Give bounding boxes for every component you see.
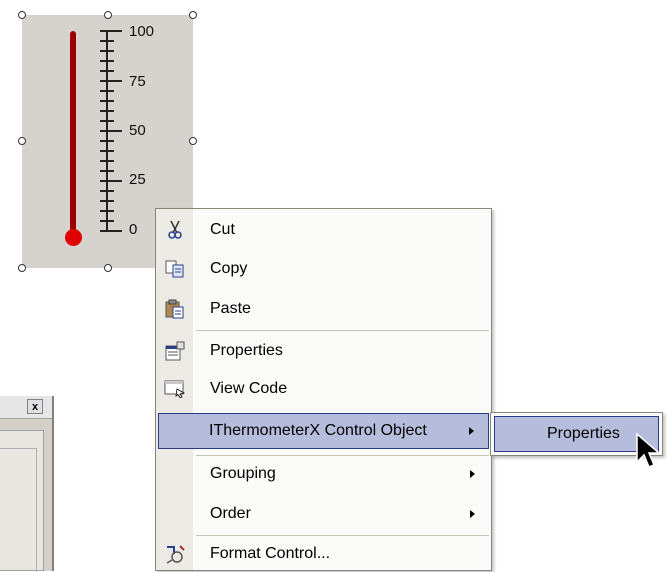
menu-item-properties[interactable]: Properties [158, 334, 489, 368]
menu-separator [196, 455, 489, 456]
thermometer-tube [70, 31, 76, 237]
menu-item-ithermometerx-control-object[interactable]: IThermometerX Control Object [158, 413, 489, 449]
major-tick [100, 230, 122, 232]
menu-item-label: Order [210, 505, 251, 522]
menu-item-cut[interactable]: Cut [158, 213, 489, 247]
menu-item-label: View Code [210, 380, 288, 397]
mouse-pointer-icon [636, 432, 662, 468]
menu-item-format-control[interactable]: Format Control... [158, 537, 489, 571]
menu-item-copy[interactable]: Copy [158, 252, 489, 286]
minor-tick [100, 160, 114, 162]
menu-item-label: IThermometerX Control Object [209, 422, 427, 439]
scale-label-0: 0 [129, 221, 138, 238]
menu-item-paste[interactable]: Paste [158, 292, 489, 326]
minor-tick [100, 140, 114, 142]
resize-handle-bottom-left[interactable] [18, 264, 26, 272]
resize-handle-bottom[interactable] [104, 264, 112, 272]
resize-handle-top-left[interactable] [18, 11, 26, 19]
minor-tick [100, 40, 114, 42]
dialog-titlebar: x [0, 396, 52, 419]
format-control-icon [164, 544, 186, 564]
menu-item-label: Grouping [210, 465, 276, 482]
minor-tick [100, 60, 114, 62]
minor-tick [100, 220, 114, 222]
minor-tick [100, 200, 114, 202]
thermometer-bulb [65, 229, 82, 246]
minor-tick [100, 190, 114, 192]
minor-tick [100, 90, 114, 92]
resize-handle-right[interactable] [189, 137, 197, 145]
menu-separator [196, 535, 489, 536]
major-tick [100, 30, 122, 32]
scale-label-50: 50 [129, 122, 146, 139]
copy-icon [164, 259, 186, 279]
minor-tick [100, 150, 114, 152]
scale-label-100: 100 [129, 23, 155, 40]
dialog-inner-pane [0, 448, 37, 572]
menu-item-order[interactable]: Order [158, 497, 489, 531]
menu-item-label: Properties [210, 342, 283, 359]
menu-item-label: Paste [210, 300, 251, 317]
resize-handle-left[interactable] [18, 137, 26, 145]
minor-tick [100, 110, 114, 112]
minor-tick [100, 100, 114, 102]
submenu-arrow-icon [469, 427, 474, 435]
minor-tick [100, 50, 114, 52]
submenu-arrow-icon [470, 510, 475, 518]
major-tick [100, 130, 122, 132]
paste-icon [164, 299, 186, 319]
scale-label-75: 75 [129, 73, 146, 90]
minor-tick [100, 70, 114, 72]
dialog-close-button[interactable]: x [27, 399, 43, 414]
context-menu: Cut Copy Paste Properties View Code IThe… [155, 208, 492, 571]
menu-item-view-code[interactable]: View Code [158, 372, 489, 406]
major-tick [100, 80, 122, 82]
menu-item-label: Copy [210, 260, 248, 277]
menu-item-label: Format Control... [210, 545, 331, 562]
minor-tick [100, 120, 114, 122]
resize-handle-top[interactable] [104, 11, 112, 19]
menu-separator [196, 330, 489, 331]
scale-label-25: 25 [129, 171, 146, 188]
submenu-item-label: Properties [547, 425, 620, 442]
major-tick [100, 180, 122, 182]
menu-item-label: Cut [210, 221, 235, 238]
menu-item-grouping[interactable]: Grouping [158, 457, 489, 491]
minor-tick [100, 210, 114, 212]
scissors-icon [164, 220, 186, 240]
submenu-arrow-icon [470, 470, 475, 478]
properties-icon [164, 341, 186, 361]
resize-handle-top-right[interactable] [189, 11, 197, 19]
minor-tick [100, 170, 114, 172]
background-dialog: x [0, 396, 54, 572]
view-code-icon [164, 379, 186, 399]
